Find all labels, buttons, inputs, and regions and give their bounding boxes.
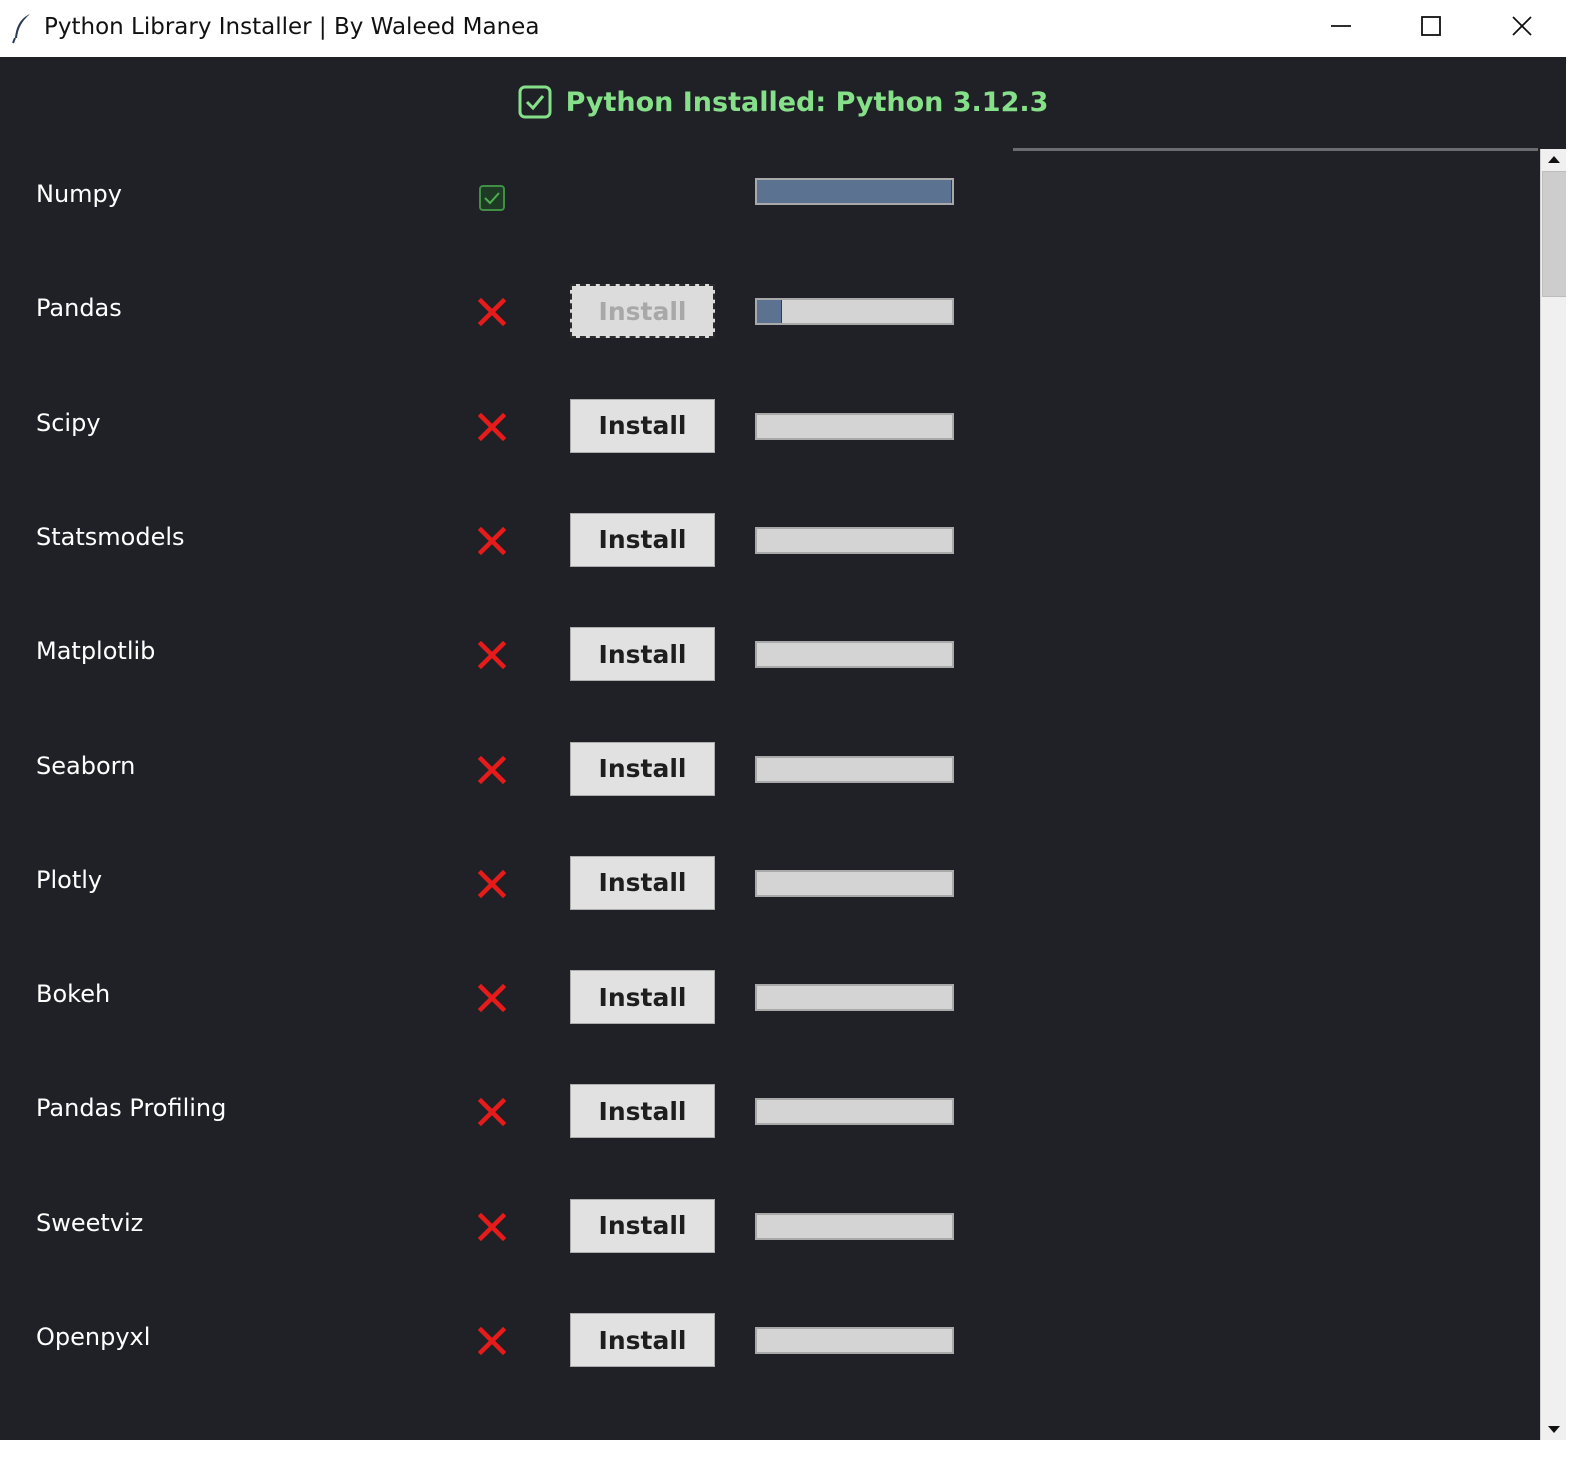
library-row: Pandas Install xyxy=(0,284,1000,340)
separator-line xyxy=(1013,148,1538,151)
library-row: Scipy Install xyxy=(0,398,1000,455)
library-row: Openpyxl Install xyxy=(0,1313,1000,1369)
progress-bar xyxy=(755,1212,954,1240)
not-installed-x-icon xyxy=(477,1098,507,1127)
maximize-icon xyxy=(1421,16,1441,36)
install-button[interactable]: Install xyxy=(570,512,715,567)
library-name: Matplotlib xyxy=(36,637,156,666)
progress-fill xyxy=(757,180,952,203)
not-installed-x-icon xyxy=(477,412,507,441)
progress-fill xyxy=(757,300,783,324)
scroll-up-button[interactable] xyxy=(1541,149,1566,169)
close-button[interactable] xyxy=(1477,0,1567,52)
installed-check-icon xyxy=(479,185,505,211)
progress-bar xyxy=(755,984,954,1012)
not-installed-x-icon xyxy=(477,298,507,327)
main-panel: Python Installed: Python 3.12.3 Numpy Pan… xyxy=(0,57,1566,1440)
install-button[interactable]: Install xyxy=(570,1198,715,1253)
library-name: Sweetviz xyxy=(36,1208,144,1237)
install-button[interactable]: Install xyxy=(570,970,715,1025)
library-name: Pandas Profiling xyxy=(36,1094,227,1123)
library-name: Bokeh xyxy=(36,980,111,1009)
window-title: Python Library Installer | By Waleed Man… xyxy=(44,14,540,40)
progress-bar xyxy=(755,755,954,783)
progress-bar xyxy=(755,1327,954,1354)
progress-bar xyxy=(755,869,954,897)
not-installed-x-icon xyxy=(477,1212,507,1241)
progress-bar xyxy=(755,298,954,326)
install-button[interactable]: Install xyxy=(570,398,715,453)
progress-bar xyxy=(755,641,954,669)
not-installed-x-icon xyxy=(477,755,507,784)
library-row: Matplotlib Install xyxy=(0,627,1000,683)
library-name: Numpy xyxy=(36,180,122,208)
progress-bar xyxy=(755,412,954,440)
arrow-down-icon xyxy=(1548,1426,1560,1433)
close-icon xyxy=(1512,16,1532,36)
library-row: Pandas Profiling Install xyxy=(0,1084,1000,1140)
not-installed-x-icon xyxy=(477,983,507,1013)
not-installed-x-icon xyxy=(477,869,507,898)
library-row: Seaborn Install xyxy=(0,741,1000,798)
library-row: Numpy xyxy=(0,170,1000,226)
install-button[interactable]: Install xyxy=(570,741,715,796)
check-box-icon xyxy=(518,85,552,119)
not-installed-x-icon xyxy=(477,1326,507,1356)
title-bar: Python Library Installer | By Waleed Man… xyxy=(0,0,1592,57)
install-button[interactable]: Install xyxy=(570,855,715,910)
library-row: Sweetviz Install xyxy=(0,1198,1000,1255)
progress-bar xyxy=(755,526,954,554)
progress-bar xyxy=(755,1098,954,1126)
install-button[interactable]: Install xyxy=(570,284,715,339)
maximize-button[interactable] xyxy=(1386,0,1476,52)
scroll-thumb[interactable] xyxy=(1542,171,1566,297)
progress-bar xyxy=(755,178,954,205)
library-row: Bokeh Install xyxy=(0,970,1000,1026)
minimize-icon xyxy=(1331,25,1351,27)
not-installed-x-icon xyxy=(477,641,507,670)
library-name: Plotly xyxy=(36,865,103,894)
library-name: Openpyxl xyxy=(36,1323,151,1351)
install-button[interactable]: Install xyxy=(570,1084,715,1139)
library-name: Seaborn xyxy=(36,751,136,780)
scroll-down-button[interactable] xyxy=(1541,1420,1566,1440)
taskbar-edge xyxy=(0,1440,1566,1462)
install-button[interactable]: Install xyxy=(570,627,715,682)
library-row: Plotly Install xyxy=(0,855,1000,912)
install-button[interactable]: Install xyxy=(570,1313,715,1367)
library-name: Scipy xyxy=(36,408,101,437)
library-name: Statsmodels xyxy=(36,522,185,551)
python-status-text: Python Installed: Python 3.12.3 xyxy=(565,86,1049,118)
library-row: Statsmodels Install xyxy=(0,512,1000,569)
arrow-up-icon xyxy=(1548,156,1560,163)
minimize-button[interactable] xyxy=(1296,0,1386,52)
python-status-banner: Python Installed: Python 3.12.3 xyxy=(0,85,1566,119)
library-name: Pandas xyxy=(36,294,122,323)
vertical-scrollbar[interactable] xyxy=(1540,149,1566,1440)
feather-icon xyxy=(12,14,30,44)
not-installed-x-icon xyxy=(477,526,507,556)
